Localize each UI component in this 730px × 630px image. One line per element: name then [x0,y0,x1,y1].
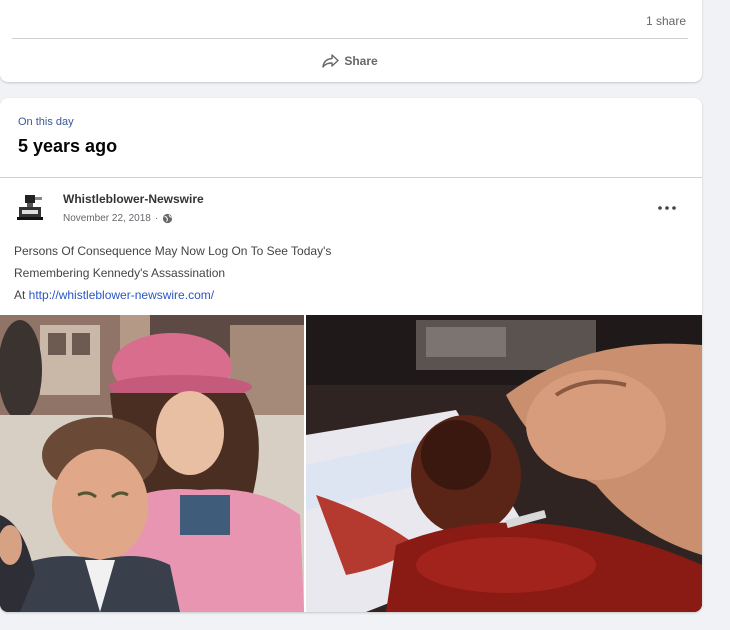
whistleblower-logo-icon [17,195,43,220]
share-button-label: Share [344,54,378,68]
share-arrow-icon [322,54,340,68]
post-photo-right[interactable] [306,315,702,612]
date-separator: · [154,213,159,224]
memory-kicker: On this day [18,116,74,128]
more-options-icon [658,206,676,210]
post-link[interactable]: http://whistleblower-newswire.com/ [29,288,214,302]
share-button[interactable]: Share [300,48,400,74]
link-prefix: At [14,288,29,302]
post-text-line: Remembering Kennedy's Assassination [14,266,226,280]
post-text-line: At http://whistleblower-newswire.com/ [14,284,674,306]
previous-post-card: 1 share Share [0,0,702,82]
avatar[interactable] [12,190,48,226]
divider [12,38,688,39]
post-meta: November 22, 2018 · [63,213,173,224]
memory-card: On this day 5 years ago Whistleblower-Ne… [0,98,702,612]
post-date[interactable]: November 22, 2018 [63,213,151,224]
share-count[interactable]: 1 share [646,14,686,28]
author-name[interactable]: Whistleblower-Newswire [63,192,204,206]
post-text: Persons Of Consequence May Now Log On To… [14,240,674,306]
post-text-line: Persons Of Consequence May Now Log On To… [14,244,332,258]
post-photo-left[interactable] [0,315,304,612]
more-options-button[interactable] [652,196,682,220]
memory-title: 5 years ago [18,136,118,156]
divider [0,177,702,178]
globe-icon [162,213,173,224]
